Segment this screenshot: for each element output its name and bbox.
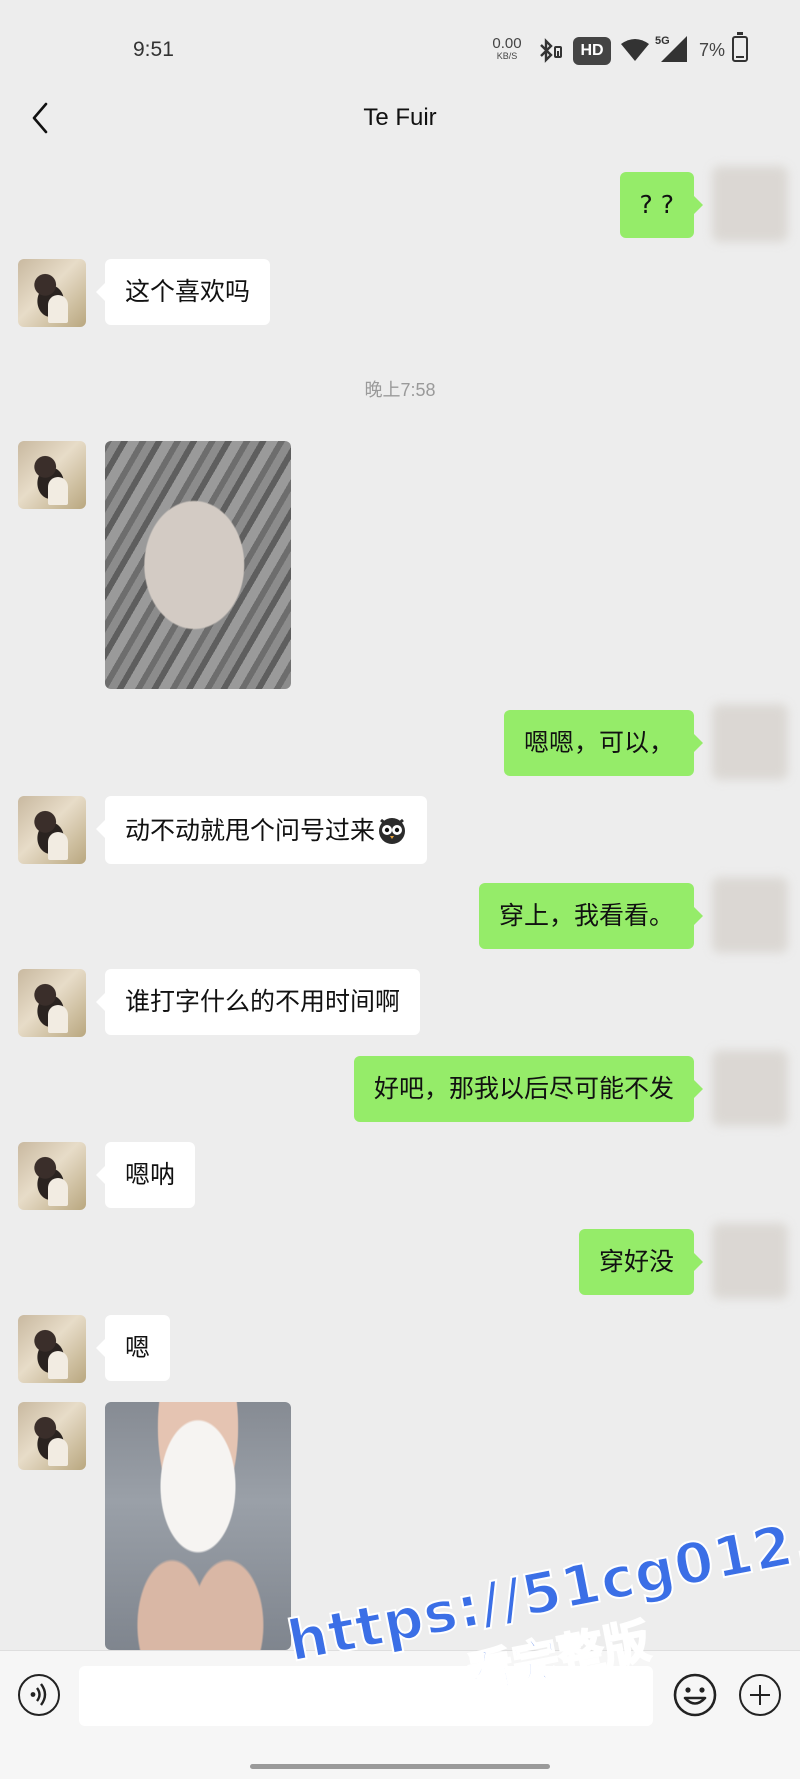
owl-emoji-icon xyxy=(377,815,407,845)
photo-thumbnail[interactable] xyxy=(105,1402,291,1650)
battery-fill xyxy=(736,56,744,58)
message-bubble-theirs[interactable]: 嗯呐 xyxy=(95,1142,196,1208)
battery-percent: 7% xyxy=(699,40,726,60)
message-bubble-mine[interactable]: 穿好没 xyxy=(578,1229,704,1295)
contact-avatar[interactable] xyxy=(18,259,86,327)
voice-icon[interactable] xyxy=(18,1674,60,1716)
my-avatar[interactable] xyxy=(712,166,788,242)
signal-icon: 5G xyxy=(655,34,691,68)
photo-thumbnail[interactable] xyxy=(105,441,291,689)
network-speed-value: 0.00 xyxy=(492,35,522,52)
wifi-icon xyxy=(620,38,650,66)
my-avatar[interactable] xyxy=(712,1223,788,1299)
message-bubble-mine[interactable]: ? ? xyxy=(619,172,703,238)
my-avatar[interactable] xyxy=(712,1050,788,1126)
my-avatar[interactable] xyxy=(712,877,788,953)
message-bubble-theirs[interactable]: 谁打字什么的不用时间啊 xyxy=(95,969,421,1035)
home-indicator[interactable] xyxy=(250,1764,550,1769)
message-text: 动不动就甩个问号过来 xyxy=(125,816,376,845)
status-time: 9:51 xyxy=(133,38,174,61)
contact-avatar[interactable] xyxy=(18,796,86,864)
bluetooth-icon xyxy=(536,38,564,68)
my-avatar[interactable] xyxy=(712,704,788,780)
network-speed: 0.00 KB/S xyxy=(490,35,524,62)
hd-badge: HD xyxy=(573,37,611,65)
message-timestamp: 晚上7:58 xyxy=(364,380,436,400)
contact-avatar[interactable] xyxy=(18,1142,86,1210)
contact-avatar[interactable] xyxy=(18,441,86,509)
message-bubble-theirs[interactable]: 这个喜欢吗 xyxy=(95,259,271,325)
message-bubble-mine[interactable]: 好吧，那我以后尽可能不发 xyxy=(353,1056,704,1122)
network-type-label: 5G xyxy=(655,35,670,47)
chat-header: Te Fuir xyxy=(0,80,800,158)
message-bubble-theirs[interactable]: 动不动就甩个问号过来 xyxy=(95,796,428,864)
contact-avatar[interactable] xyxy=(18,969,86,1037)
message-bubble-mine[interactable]: 嗯嗯，可以， xyxy=(503,710,704,776)
contact-avatar[interactable] xyxy=(18,1402,86,1470)
battery-icon xyxy=(732,32,748,62)
message-bubble-mine[interactable]: 穿上，我看看。 xyxy=(478,883,704,949)
message-bubble-theirs[interactable]: 嗯 xyxy=(95,1315,171,1381)
contact-avatar[interactable] xyxy=(18,1315,86,1383)
chat-title: Te Fuir xyxy=(363,104,437,131)
